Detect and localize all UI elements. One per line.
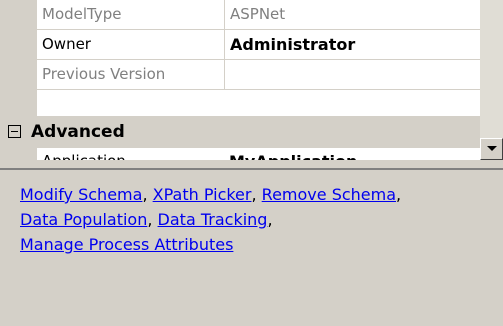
modify-schema-link[interactable]: Modify Schema xyxy=(20,185,142,204)
property-value[interactable]: MyApplication xyxy=(229,152,357,160)
scroll-down-button[interactable] xyxy=(480,138,503,160)
command-links: Modify Schema, XPath Picker, Remove Sche… xyxy=(20,182,440,257)
separator: , xyxy=(147,210,153,229)
separator: , xyxy=(142,185,148,204)
vertical-scrollbar[interactable] xyxy=(480,0,503,160)
property-row-application[interactable]: Application MyApplication xyxy=(37,148,480,160)
xpath-picker-link[interactable]: XPath Picker xyxy=(153,185,252,204)
chevron-down-icon xyxy=(487,146,497,151)
scrollbar-track[interactable] xyxy=(480,0,503,138)
property-grid: ModelType ASPNet Owner Administrator Pre… xyxy=(0,0,480,160)
data-population-link[interactable]: Data Population xyxy=(20,210,147,229)
description-panel: Modify Schema, XPath Picker, Remove Sche… xyxy=(0,168,503,326)
property-name: Owner xyxy=(42,35,91,53)
category-label: Advanced xyxy=(31,122,125,142)
separator: , xyxy=(267,210,273,229)
data-tracking-link[interactable]: Data Tracking xyxy=(158,210,268,229)
property-name: Previous Version xyxy=(42,65,166,83)
property-name: ModelType xyxy=(42,5,122,23)
property-value[interactable]: Administrator xyxy=(224,30,480,59)
property-row-previous-version[interactable]: Previous Version xyxy=(37,60,480,90)
property-value[interactable] xyxy=(224,60,480,89)
property-row-owner[interactable]: Owner Administrator xyxy=(37,30,480,60)
property-name: Application xyxy=(42,152,126,160)
manage-process-attributes-link[interactable]: Manage Process Attributes xyxy=(20,235,233,254)
separator: , xyxy=(396,185,402,204)
property-value[interactable]: ASPNet xyxy=(224,0,480,29)
minus-expander-icon[interactable] xyxy=(8,125,21,138)
remove-schema-link[interactable]: Remove Schema xyxy=(262,185,396,204)
category-advanced[interactable]: Advanced xyxy=(0,116,480,148)
separator: , xyxy=(251,185,257,204)
property-row-modeltype[interactable]: ModelType ASPNet xyxy=(37,0,480,30)
